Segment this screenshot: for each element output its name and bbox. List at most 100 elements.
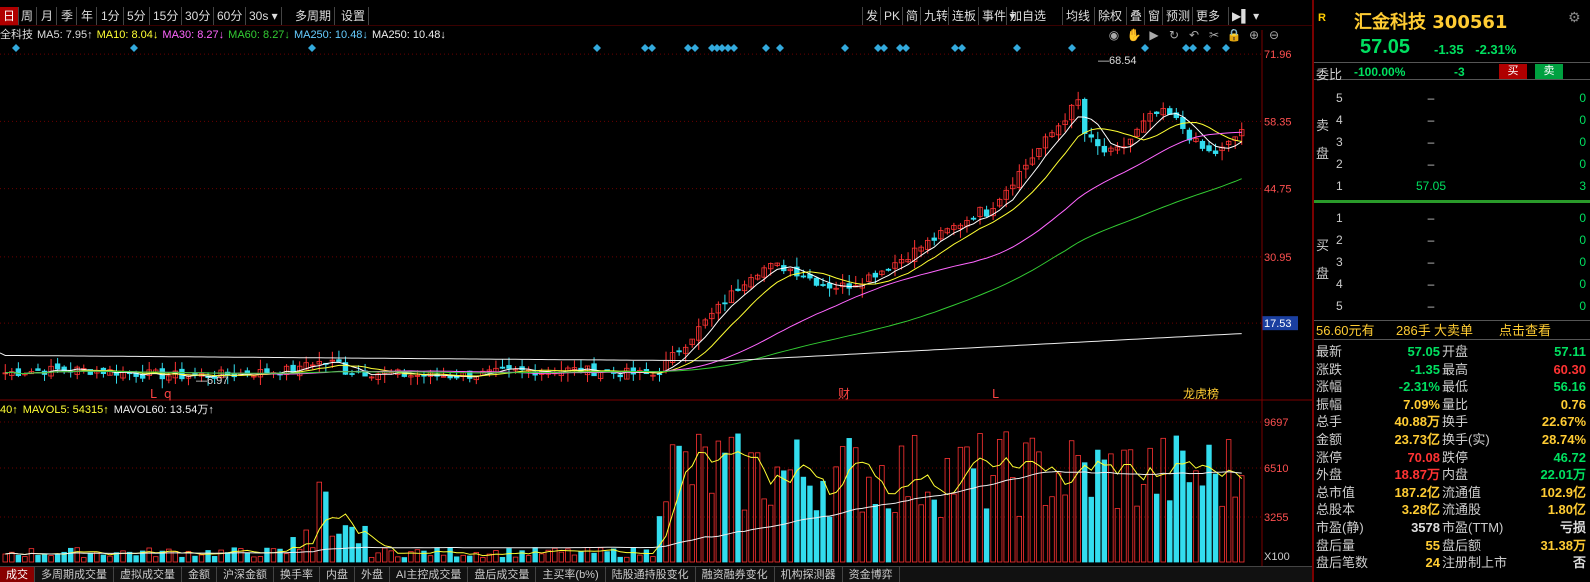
tool-7[interactable]: 均线 <box>1062 7 1093 25</box>
gear-icon[interactable]: ⚙ <box>1568 9 1581 26</box>
volume-bar <box>41 553 48 563</box>
period-tab-7[interactable]: 15分 <box>150 7 183 25</box>
signal-diamond[interactable] <box>1013 44 1021 52</box>
indicator-tab[interactable]: 沪深金额 <box>217 567 274 582</box>
indicator-tab[interactable]: 资金博弈 <box>843 567 900 582</box>
lock-icon[interactable]: 🔒 <box>1224 27 1244 43</box>
stat-label: 振幅 <box>1316 396 1343 412</box>
ask-row[interactable]: 5 – 0 <box>1336 88 1590 109</box>
ask-row[interactable]: 1 57.05 3 <box>1336 176 1590 197</box>
period-tab-3[interactable]: 季 <box>58 7 78 25</box>
signal-diamond[interactable] <box>1068 44 1076 52</box>
event-marker[interactable]: 龙虎榜 <box>1183 386 1219 401</box>
sell-button[interactable]: 卖 <box>1535 64 1563 79</box>
volume-bar <box>218 549 224 563</box>
indicator-tab[interactable]: AI主控成交量 <box>390 567 469 582</box>
period-tab-12[interactable]: 设置 <box>338 7 370 25</box>
signal-diamond[interactable] <box>130 44 138 52</box>
indicator-tab[interactable]: 机构探测器 <box>775 567 843 582</box>
tool-8[interactable]: 除权 <box>1094 7 1125 25</box>
indicator-tab[interactable]: 换手率 <box>274 567 320 582</box>
indicator-tab[interactable]: 外盘 <box>355 567 390 582</box>
volume-bar <box>211 556 218 563</box>
bid-row[interactable]: 3 – 0 <box>1336 252 1590 273</box>
signal-diamond[interactable] <box>648 44 656 52</box>
signal-diamond[interactable] <box>1182 44 1190 52</box>
hand-icon[interactable]: ✋ <box>1124 27 1144 43</box>
period-tab-4[interactable]: 年 <box>78 7 98 25</box>
signal-diamond[interactable] <box>841 44 849 52</box>
period-tab-8[interactable]: 30分 <box>182 7 215 25</box>
tool-3[interactable]: 九转 <box>920 7 951 25</box>
tool-2[interactable]: 简 <box>902 7 921 25</box>
ask-price: – <box>1427 91 1435 105</box>
bid-row[interactable]: 4 – 0 <box>1336 274 1590 295</box>
signal-diamond[interactable] <box>641 44 649 52</box>
period-tab-11[interactable]: 多周期 <box>292 7 336 25</box>
tool-10[interactable]: 窗 <box>1144 7 1163 25</box>
signal-diamond[interactable] <box>776 44 784 52</box>
undo-icon[interactable]: ↶ <box>1184 27 1204 43</box>
tool-0[interactable]: 发 <box>862 7 881 25</box>
period-tab-2[interactable]: 月 <box>38 7 58 25</box>
indicator-tab[interactable]: 多周期成交量 <box>35 567 114 582</box>
tool-4[interactable]: 连板 <box>948 7 979 25</box>
zoom-out-icon[interactable]: ⊖ <box>1264 27 1284 43</box>
signal-diamond[interactable] <box>684 44 692 52</box>
tool-9[interactable]: 叠 <box>1126 7 1145 25</box>
period-tab-1[interactable]: 周 <box>18 7 38 25</box>
kline-chart-canvas[interactable]: 71.96 58.35 44.75 30.95 17.53 9697 6510 3255 X10… <box>0 0 1312 566</box>
expand-icon[interactable]: ▶▌ ▾ <box>1228 7 1262 25</box>
buy-button[interactable]: 买 <box>1499 64 1527 79</box>
tool-11[interactable]: 预测 <box>1162 7 1193 25</box>
signal-diamond[interactable] <box>1141 44 1149 52</box>
period-tab-9[interactable]: 60分 <box>214 7 247 25</box>
indicator-tab[interactable]: 虚拟成交量 <box>114 567 182 582</box>
event-marker[interactable]: q <box>164 387 172 401</box>
indicator-tab[interactable]: 主买率(b%) <box>536 567 606 582</box>
tool-1[interactable]: PK <box>880 7 903 25</box>
view-link[interactable]: 点击查看 <box>1499 321 1551 341</box>
signal-diamond[interactable] <box>1222 44 1230 52</box>
signal-diamond[interactable] <box>902 44 910 52</box>
signal-diamond[interactable] <box>762 44 770 52</box>
ask-row[interactable]: 2 – 0 <box>1336 154 1590 175</box>
event-marker[interactable]: L <box>150 387 157 401</box>
indicator-tab[interactable]: 陆股通持股变化 <box>606 567 696 582</box>
event-marker[interactable]: 财 <box>838 387 850 401</box>
signal-diamond[interactable] <box>1189 44 1197 52</box>
bid-row[interactable]: 2 – 0 <box>1336 230 1590 251</box>
signal-diamond[interactable] <box>958 44 966 52</box>
play-icon[interactable]: ▶ <box>1144 27 1164 43</box>
signal-diamond[interactable] <box>12 44 20 52</box>
period-tab-5[interactable]: 1分 <box>98 7 124 25</box>
eye-icon[interactable]: ◉ <box>1104 27 1124 43</box>
indicator-tab[interactable]: 金额 <box>182 567 217 582</box>
candle <box>820 284 826 286</box>
indicator-tab[interactable]: 融资融券变化 <box>696 567 775 582</box>
signal-diamond[interactable] <box>951 44 959 52</box>
period-tab-10[interactable]: 30s ▾ <box>246 7 282 25</box>
period-tab-6[interactable]: 5分 <box>124 7 150 25</box>
period-tab-0[interactable]: 日 <box>0 7 20 25</box>
indicator-tab[interactable]: 内盘 <box>320 567 355 582</box>
indicator-tab[interactable]: 成交 <box>0 567 35 582</box>
ask-row[interactable]: 3 – 0 <box>1336 132 1590 153</box>
event-marker[interactable]: L <box>992 387 999 401</box>
tool-6[interactable]: 加自选 <box>1006 7 1049 25</box>
indicator-tab[interactable]: 盘后成交量 <box>468 567 537 582</box>
candle <box>54 363 61 370</box>
refresh-icon[interactable]: ↻ <box>1164 27 1184 43</box>
scissors-icon[interactable]: ✂ <box>1204 27 1224 43</box>
tool-12[interactable]: 更多 <box>1192 7 1223 25</box>
bid-row[interactable]: 5 – 0 <box>1336 296 1590 317</box>
signal-diamond[interactable] <box>691 44 699 52</box>
signal-diamond[interactable] <box>880 44 888 52</box>
signal-diamond[interactable] <box>1203 44 1211 52</box>
bid-row[interactable]: 1 – 0 <box>1336 208 1590 229</box>
signal-diamond[interactable] <box>593 44 601 52</box>
ask-row[interactable]: 4 – 0 <box>1336 110 1590 131</box>
signal-diamond[interactable] <box>730 44 738 52</box>
zoom-in-icon[interactable]: ⊕ <box>1244 27 1264 43</box>
signal-diamond[interactable] <box>308 44 316 52</box>
